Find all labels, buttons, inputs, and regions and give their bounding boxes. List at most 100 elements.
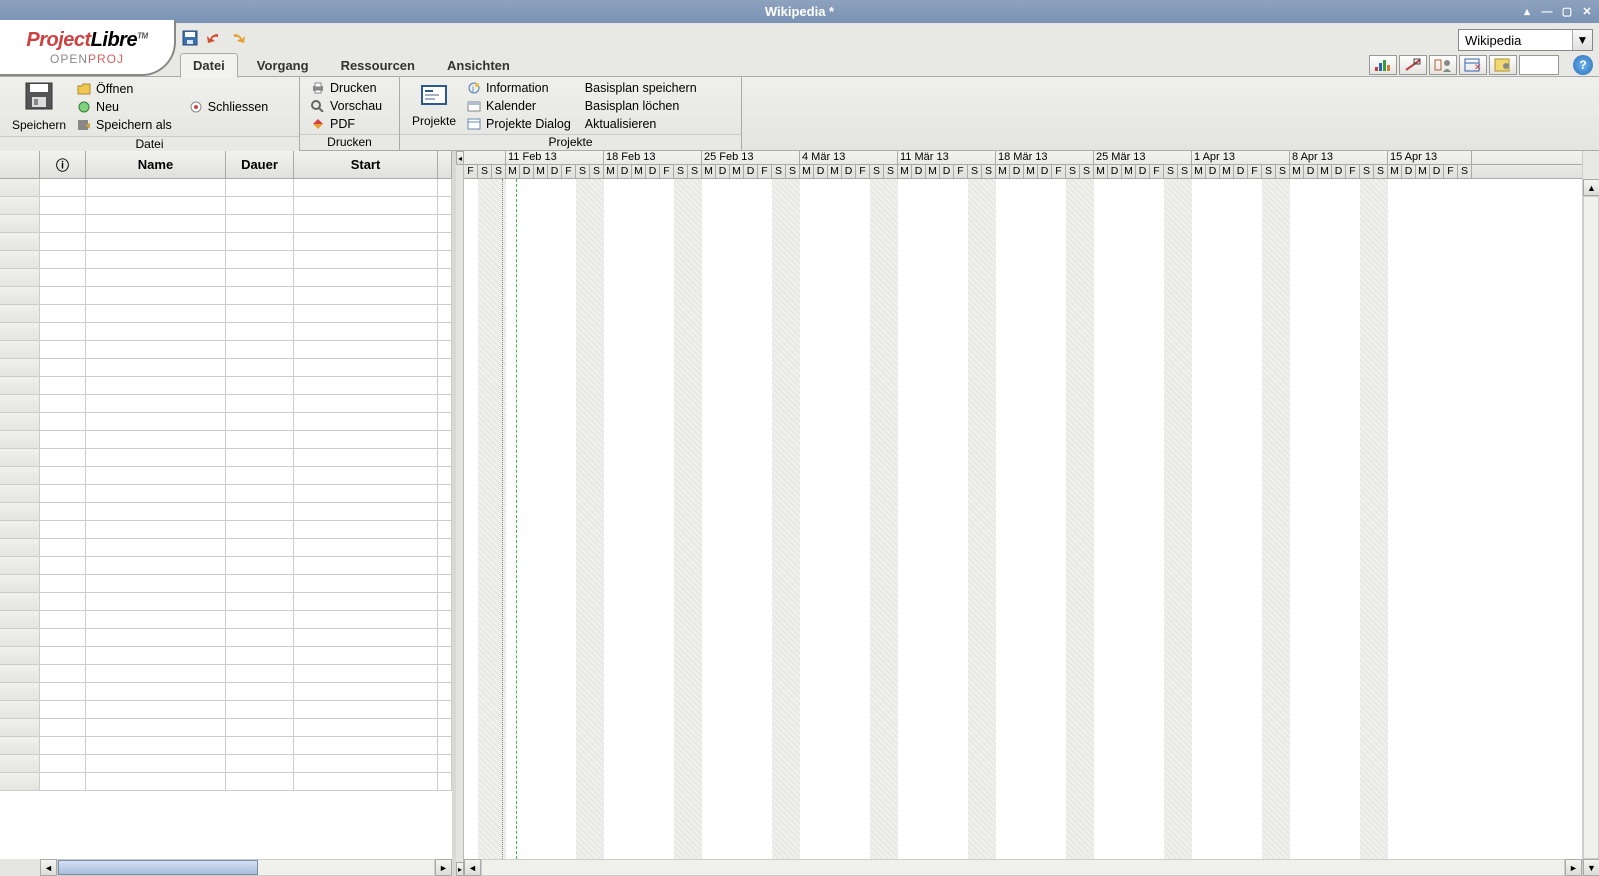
save-icon (24, 81, 54, 118)
col-rownum[interactable] (0, 151, 40, 178)
view-report-icon[interactable] (1489, 55, 1517, 75)
ribbon-pdf-button[interactable]: PDF (310, 115, 382, 132)
view-usage-icon[interactable]: ✕ (1459, 55, 1487, 75)
tab-datei[interactable]: Datei (180, 53, 238, 78)
table-row[interactable] (0, 575, 452, 593)
gantt-scroll-track[interactable] (481, 859, 1565, 876)
table-row[interactable] (0, 215, 452, 233)
qa-undo-icon[interactable] (205, 29, 223, 47)
table-row[interactable] (0, 647, 452, 665)
svg-text:✕: ✕ (1474, 62, 1482, 72)
table-row[interactable] (0, 377, 452, 395)
scroll-thumb[interactable] (58, 860, 258, 875)
view-gantt-icon[interactable] (1369, 55, 1397, 75)
table-row[interactable] (0, 503, 452, 521)
table-row[interactable] (0, 593, 452, 611)
table-row[interactable] (0, 233, 452, 251)
gantt-scroll-right-icon[interactable]: ► (1565, 859, 1582, 876)
gantt-scroll-left-icon[interactable]: ◄ (464, 859, 481, 876)
tab-ansichten[interactable]: Ansichten (434, 53, 523, 78)
table-row[interactable] (0, 539, 452, 557)
table-row[interactable] (0, 359, 452, 377)
table-row[interactable] (0, 413, 452, 431)
tab-vorgang[interactable]: Vorgang (244, 53, 322, 78)
ribbon-basisplan-loeschen-button[interactable]: Basisplan löchen (585, 97, 697, 114)
timescale-day: D (814, 165, 828, 178)
col-extra[interactable] (438, 151, 452, 178)
table-row[interactable] (0, 665, 452, 683)
col-dauer[interactable]: Dauer (226, 151, 294, 178)
splitter-right-icon[interactable]: ▸ (456, 862, 464, 876)
qa-redo-icon[interactable] (229, 29, 247, 47)
qa-save-icon[interactable] (181, 29, 199, 47)
table-row[interactable] (0, 557, 452, 575)
table-row[interactable] (0, 755, 452, 773)
table-row[interactable] (0, 341, 452, 359)
task-table-body[interactable] (0, 179, 452, 859)
table-row[interactable] (0, 179, 452, 197)
col-info[interactable]: ⓘ (40, 151, 86, 178)
table-row[interactable] (0, 431, 452, 449)
ribbon-projekte-dialog-button[interactable]: Projekte Dialog (466, 115, 571, 132)
ribbon-kalender-button[interactable]: Kalender (466, 97, 571, 114)
view-resource-icon[interactable] (1429, 55, 1457, 75)
ribbon-vorschau-button[interactable]: Vorschau (310, 97, 382, 114)
ribbon-speichern-als-button[interactable]: Speichern als (76, 116, 172, 133)
window-close-icon[interactable]: ✕ (1579, 4, 1595, 20)
scroll-track[interactable] (57, 859, 435, 876)
gantt-timescale: 11 Feb 1318 Feb 1325 Feb 134 Mär 1311 Mä… (464, 151, 1582, 179)
timescale-day: M (1024, 165, 1038, 178)
table-row[interactable] (0, 449, 452, 467)
gantt-scroll-up-icon[interactable]: ▲ (1583, 179, 1599, 196)
col-name[interactable]: Name (86, 151, 226, 178)
ribbon-neu-button[interactable]: Neu (76, 98, 172, 115)
table-row[interactable] (0, 305, 452, 323)
col-start[interactable]: Start (294, 151, 438, 178)
task-table-hscroll[interactable]: ◄ ► (0, 859, 452, 876)
tab-ressourcen[interactable]: Ressourcen (328, 53, 428, 78)
project-selector[interactable]: Wikipedia ▼ (1458, 29, 1593, 51)
splitter-left-icon[interactable]: ◂ (456, 151, 464, 165)
view-search-input[interactable] (1519, 55, 1559, 75)
table-row[interactable] (0, 251, 452, 269)
timescale-day: F (1444, 165, 1458, 178)
ribbon-information-button[interactable]: iInformation (466, 79, 571, 96)
window-minimize-icon[interactable]: — (1539, 4, 1555, 20)
chevron-down-icon[interactable]: ▼ (1572, 30, 1592, 50)
table-row[interactable] (0, 323, 452, 341)
ribbon-speichern-button[interactable]: Speichern (6, 79, 72, 134)
window-maximize-icon[interactable]: ▢ (1559, 4, 1575, 20)
help-icon[interactable]: ? (1573, 55, 1593, 75)
table-row[interactable] (0, 701, 452, 719)
gantt-chart-area[interactable] (464, 179, 1582, 859)
gantt-vscroll-track[interactable] (1583, 196, 1599, 859)
ribbon-basisplan-speichern-button[interactable]: Basisplan speichern (585, 79, 697, 96)
table-row[interactable] (0, 521, 452, 539)
table-row[interactable] (0, 737, 452, 755)
scroll-right-icon[interactable]: ► (435, 859, 452, 876)
table-row[interactable] (0, 287, 452, 305)
ribbon-drucken-button[interactable]: Drucken (310, 79, 382, 96)
ribbon-schliessen-button[interactable]: Schliessen (188, 98, 268, 115)
gantt-scroll-down-icon[interactable]: ▼ (1583, 859, 1599, 876)
view-network-icon[interactable] (1399, 55, 1427, 75)
gantt-vscroll[interactable]: ▲ ▼ (1582, 151, 1599, 876)
table-row[interactable] (0, 467, 452, 485)
ribbon-aktualisieren-button[interactable]: Aktualisieren (585, 115, 697, 132)
gantt-hscroll[interactable]: ◄ ► (464, 859, 1582, 876)
window-rollup-icon[interactable]: ▴ (1519, 4, 1535, 20)
table-row[interactable] (0, 683, 452, 701)
timescale-day: D (912, 165, 926, 178)
table-row[interactable] (0, 611, 452, 629)
table-row[interactable] (0, 197, 452, 215)
ribbon-projekte-button[interactable]: Projekte (406, 81, 462, 130)
table-row[interactable] (0, 773, 452, 791)
table-row[interactable] (0, 269, 452, 287)
splitter-handle[interactable]: ◂ ▸ (456, 151, 464, 876)
table-row[interactable] (0, 629, 452, 647)
table-row[interactable] (0, 395, 452, 413)
ribbon-oeffnen-button[interactable]: Öffnen (76, 80, 172, 97)
scroll-left-icon[interactable]: ◄ (40, 859, 57, 876)
table-row[interactable] (0, 719, 452, 737)
table-row[interactable] (0, 485, 452, 503)
